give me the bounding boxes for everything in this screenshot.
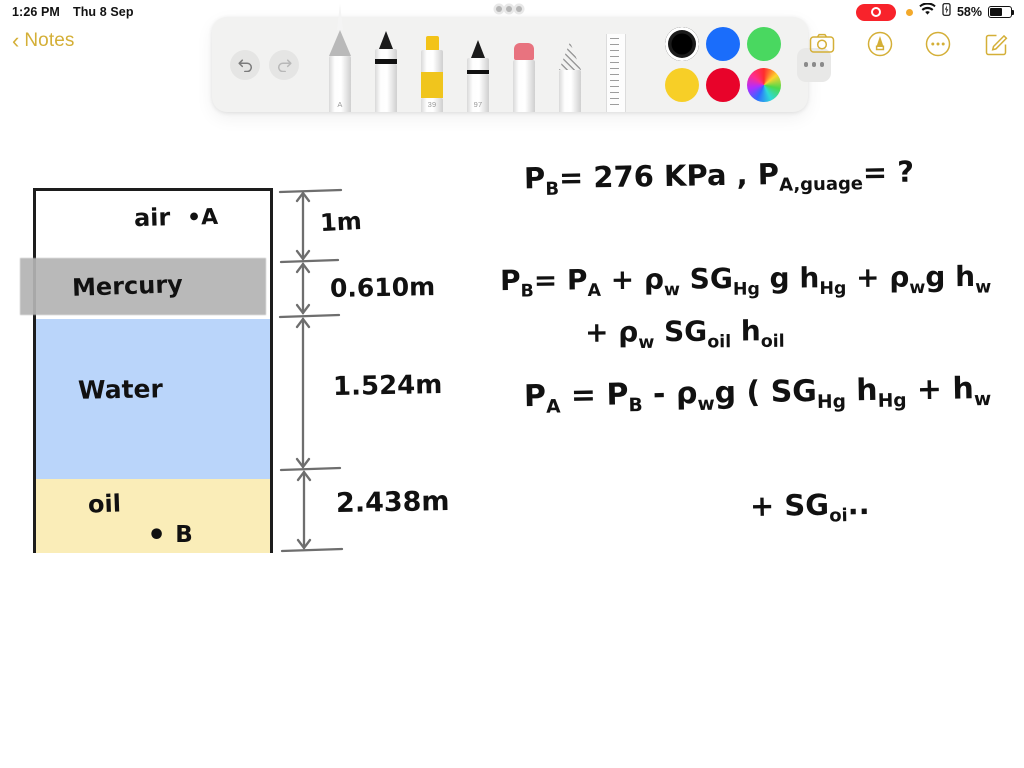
highlighter-tip-icon: [425, 36, 439, 50]
highlighter-tool[interactable]: 39: [409, 17, 455, 112]
more-button[interactable]: [924, 30, 952, 58]
status-bar: 1:26 PM Thu 8 Sep 58%: [0, 0, 1024, 24]
marker-badge: 97: [473, 100, 483, 109]
dimension-air-depth: 1m: [319, 206, 363, 238]
dimension-mercury-depth: 0.610m: [329, 272, 436, 303]
battery-fill: [990, 8, 1002, 16]
mercury-label: Mercury: [71, 270, 184, 302]
color-swatch-black[interactable]: [665, 27, 699, 61]
wifi-icon: [919, 2, 936, 21]
top-action-bar: [808, 30, 1010, 58]
pencil-nib-icon: [329, 4, 351, 56]
lasso-tool[interactable]: [547, 17, 593, 112]
fluid-tank-diagram: [33, 188, 273, 553]
back-button-label: Notes: [24, 30, 75, 51]
chevron-left-icon: ‹: [12, 28, 20, 53]
point-b-label: • B: [147, 518, 193, 553]
equation-solve-pa-continued: + SGoi..: [749, 486, 870, 527]
pen-body: [375, 64, 397, 112]
ellipsis-dot-icon: [803, 62, 809, 67]
note-canvas[interactable]: air •A Mercury Water oil • B 1m 0.610m 1…: [0, 0, 1024, 768]
marker-tool[interactable]: 97: [455, 17, 501, 112]
highlighter-neck: [421, 50, 443, 72]
point-a-marker: •A: [186, 204, 219, 231]
status-bar-time: 1:26 PM: [12, 5, 60, 19]
camera-button[interactable]: [808, 30, 836, 58]
markup-button[interactable]: [866, 30, 894, 58]
pen-nib-icon: [379, 31, 393, 49]
status-bar-left: 1:26 PM Thu 8 Sep: [12, 5, 134, 19]
dimension-oil-depth: 2.438m: [335, 486, 450, 519]
markup-toolbar: A 39 97: [212, 4, 831, 112]
color-swatch-green[interactable]: [747, 27, 781, 61]
pencil-badge: A: [337, 100, 343, 109]
highlighter-badge: 39: [427, 100, 437, 109]
oil-label: oil: [87, 489, 122, 519]
lasso-hatch-icon: [559, 42, 581, 70]
pencil-tool[interactable]: A: [317, 4, 363, 112]
color-swatch-wheel[interactable]: [747, 68, 781, 102]
equation-solve-pa: PA = PB - ρwg ( SGHg hHg + hw: [523, 371, 992, 418]
lasso-body: [559, 70, 581, 112]
battery-percent-label: 58%: [956, 5, 982, 19]
equation-pressure-balance-continued: + ρw SGoil hoil: [584, 314, 785, 353]
equation-given-values: PB= 276 KPa , PA,guage= ?: [523, 154, 915, 200]
status-bar-right: 58%: [855, 2, 1015, 21]
undo-redo-group: [212, 17, 311, 112]
pen-tool[interactable]: [363, 17, 409, 112]
color-swatch-yellow[interactable]: [665, 68, 699, 102]
color-swatch-blue[interactable]: [706, 27, 740, 61]
marker-nib-icon: [471, 40, 485, 58]
back-to-notes-button[interactable]: ‹ Notes: [12, 30, 74, 52]
color-zone: [639, 17, 831, 112]
dimension-water-depth: 1.524m: [332, 370, 443, 402]
color-palette: [665, 27, 781, 102]
marker-neck: [467, 58, 489, 70]
ellipsis-dot-icon: [819, 62, 825, 67]
ruler-tool[interactable]: [593, 17, 639, 112]
ellipsis-dot-icon: [811, 62, 817, 67]
battery-icon: [988, 6, 1015, 18]
tool-strip: A 39 97: [311, 4, 639, 112]
microphone-privacy-dot-icon: [905, 8, 913, 16]
highlighter-band-icon: [421, 72, 443, 98]
equation-pressure-balance: PB= PA + ρw SGHg g hHg + ρwg hw: [499, 259, 992, 302]
color-swatch-red[interactable]: [706, 68, 740, 102]
status-bar-date: Thu 8 Sep: [72, 5, 134, 19]
air-label: air •A: [133, 203, 219, 233]
compose-button[interactable]: [982, 30, 1010, 58]
undo-button[interactable]: [230, 49, 260, 80]
eraser-body: [513, 60, 535, 112]
redo-button[interactable]: [269, 49, 299, 80]
eraser-tool[interactable]: [501, 17, 547, 112]
water-label: Water: [77, 374, 164, 405]
eraser-tip-icon: [514, 43, 534, 60]
pen-neck: [375, 49, 397, 59]
record-ring-icon: [870, 7, 881, 17]
battery-bolt-icon: [942, 3, 951, 21]
screen-recording-indicator[interactable]: [855, 3, 896, 21]
ruler-icon: [606, 34, 626, 112]
